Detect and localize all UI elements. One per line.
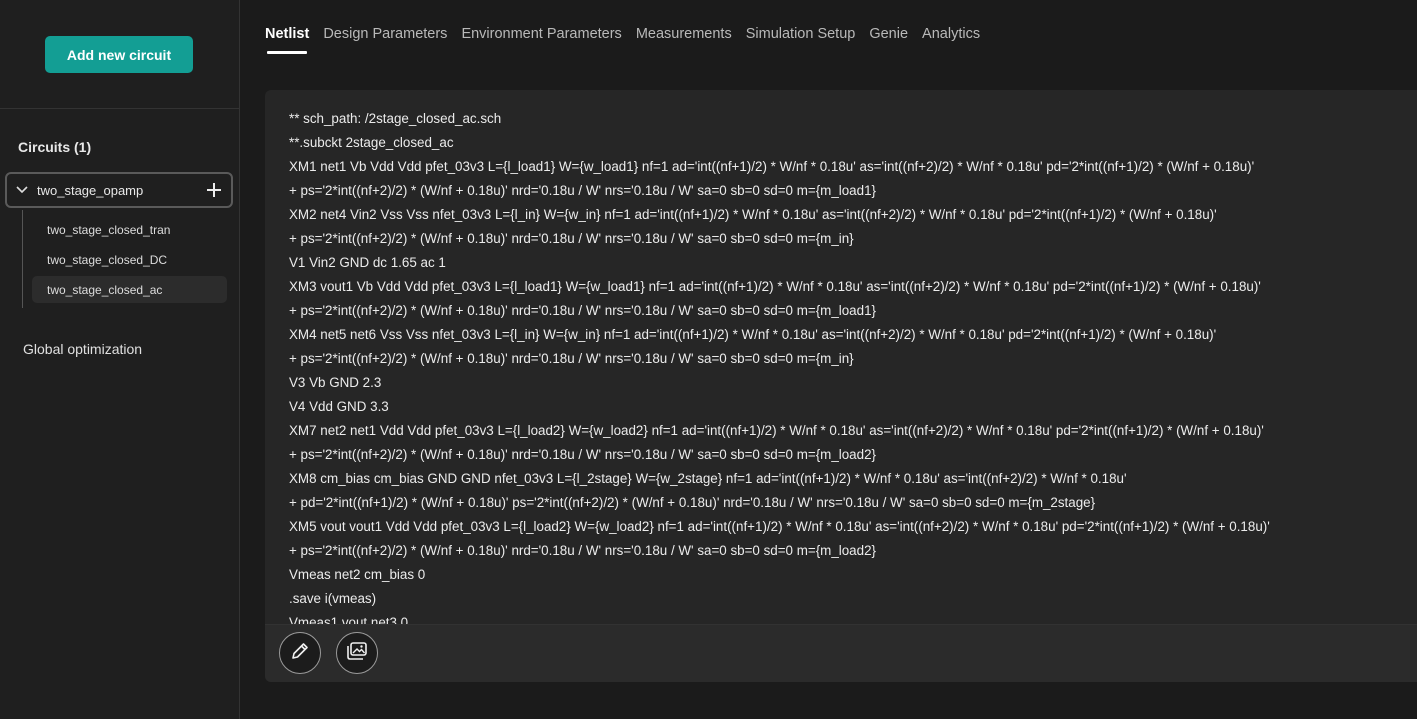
netlist-line: .save i(vmeas)	[289, 591, 377, 606]
tab-bar: Netlist Design Parameters Environment Pa…	[265, 26, 980, 54]
netlist-line: XM1 net1 Vb Vdd Vdd pfet_03v3 L={l_load1…	[289, 159, 1255, 174]
image-gallery-icon	[346, 641, 368, 666]
netlist-line: Vmeas net2 cm_bias 0	[289, 567, 426, 582]
netlist-line: + ps='2*int((nf+2)/2) * (W/nf + 0.18u)' …	[289, 231, 854, 246]
tab-environment-parameters[interactable]: Environment Parameters	[461, 26, 621, 54]
circuits-title: Circuits (1)	[18, 139, 92, 155]
sidebar-item-label: two_stage_closed_tran	[47, 222, 171, 237]
netlist-line: + ps='2*int((nf+2)/2) * (W/nf + 0.18u)' …	[289, 303, 876, 318]
netlist-line: + ps='2*int((nf+2)/2) * (W/nf + 0.18u)' …	[289, 183, 876, 198]
tab-netlist[interactable]: Netlist	[265, 26, 309, 54]
sidebar: Add new circuit Circuits (1) two_stage_o…	[0, 0, 240, 719]
netlist-line: + ps='2*int((nf+2)/2) * (W/nf + 0.18u)' …	[289, 543, 876, 558]
edit-netlist-button[interactable]	[279, 632, 321, 674]
netlist-toolbar	[265, 624, 1417, 682]
netlist-line: **.subckt 2stage_closed_ac	[289, 135, 454, 150]
netlist-line: XM3 vout1 Vb Vdd Vdd pfet_03v3 L={l_load…	[289, 279, 1261, 294]
add-new-circuit-button[interactable]: Add new circuit	[45, 36, 193, 73]
gallery-button[interactable]	[336, 632, 378, 674]
netlist-line: + pd='2*int((nf+1)/2) * (W/nf + 0.18u)' …	[289, 495, 1096, 510]
netlist-line: XM5 vout vout1 Vdd Vdd pfet_03v3 L={l_lo…	[289, 519, 1270, 534]
netlist-line: Vmeas1 vout net3 0	[289, 615, 409, 625]
netlist-text[interactable]: ** sch_path: /2stage_closed_ac.sch **.sub…	[289, 107, 1417, 625]
pencil-icon	[290, 641, 310, 666]
circuit-group-label: two_stage_opamp	[37, 182, 144, 198]
sidebar-item-label: two_stage_closed_ac	[47, 282, 163, 297]
global-optimization-link[interactable]: Global optimization	[23, 341, 142, 357]
netlist-line: V4 Vdd GND 3.3	[289, 399, 389, 414]
tab-simulation-setup[interactable]: Simulation Setup	[746, 26, 856, 54]
netlist-line: + ps='2*int((nf+2)/2) * (W/nf + 0.18u)' …	[289, 447, 876, 462]
netlist-line: XM2 net4 Vin2 Vss Vss nfet_03v3 L={l_in}…	[289, 207, 1217, 222]
netlist-line: V1 Vin2 GND dc 1.65 ac 1	[289, 255, 446, 270]
chevron-down-icon[interactable]	[7, 186, 37, 194]
netlist-line: ** sch_path: /2stage_closed_ac.sch	[289, 111, 502, 126]
netlist-panel: ** sch_path: /2stage_closed_ac.sch **.sub…	[265, 90, 1417, 682]
netlist-line: XM8 cm_bias cm_bias GND GND nfet_03v3 L=…	[289, 471, 1127, 486]
sidebar-divider	[0, 108, 239, 109]
circuit-group-two-stage-opamp[interactable]: two_stage_opamp	[5, 172, 233, 208]
tab-analytics[interactable]: Analytics	[922, 26, 980, 54]
sidebar-item-two-stage-closed-ac[interactable]: two_stage_closed_ac	[32, 276, 227, 303]
tree-connector-line	[22, 210, 23, 308]
netlist-line: XM7 net2 net1 Vdd Vdd pfet_03v3 L={l_loa…	[289, 423, 1264, 438]
netlist-line: V3 Vb GND 2.3	[289, 375, 382, 390]
netlist-line: XM4 net5 net6 Vss Vss nfet_03v3 L={l_in}…	[289, 327, 1217, 342]
netlist-line: + ps='2*int((nf+2)/2) * (W/nf + 0.18u)' …	[289, 351, 854, 366]
tab-design-parameters[interactable]: Design Parameters	[323, 26, 447, 54]
sidebar-item-label: two_stage_closed_DC	[47, 252, 168, 267]
sidebar-item-two-stage-closed-tran[interactable]: two_stage_closed_tran	[32, 216, 227, 243]
tab-measurements[interactable]: Measurements	[636, 26, 732, 54]
sidebar-item-two-stage-closed-dc[interactable]: two_stage_closed_DC	[32, 246, 227, 273]
plus-icon[interactable]	[197, 183, 231, 197]
tab-genie[interactable]: Genie	[869, 26, 908, 54]
